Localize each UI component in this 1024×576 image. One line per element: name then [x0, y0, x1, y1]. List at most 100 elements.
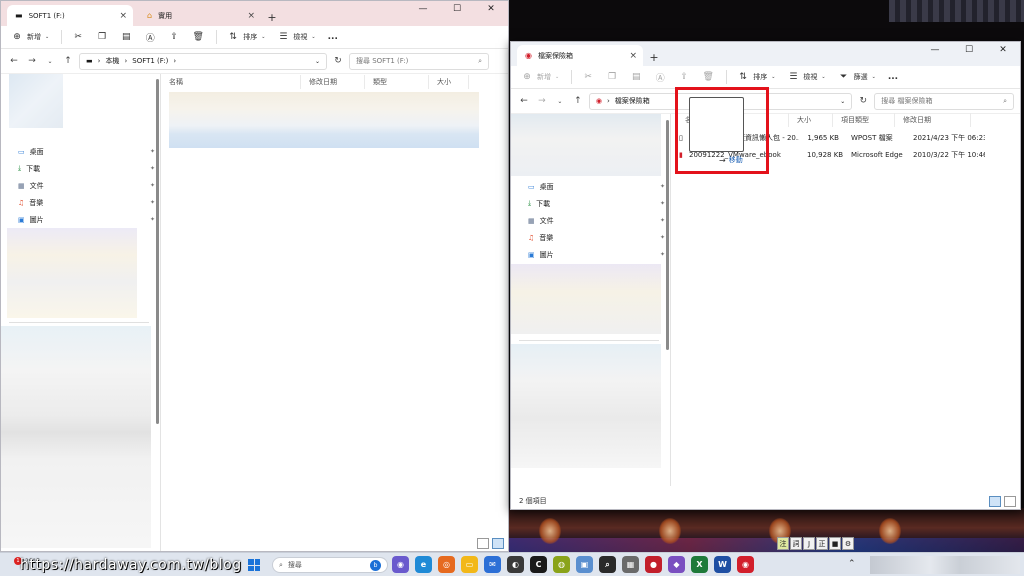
chevron-down-icon[interactable]: ⌄ — [553, 98, 567, 105]
quick-access-downloads[interactable]: ⤓ 下載 ✦ — [1, 160, 161, 177]
details-view-button[interactable] — [989, 496, 1001, 507]
maximize-icon[interactable]: ☐ — [440, 1, 474, 17]
app-search-icon[interactable]: ⌕ — [599, 556, 616, 573]
navigation-pane[interactable]: ▭ 桌面 ✦ ⤓ 下載 ✦ ▦ 文件 ✦ ♫ 音樂 ✦ ▣ 圖片 ✦ — [1, 74, 161, 551]
chevron-down-icon[interactable]: ⌄ — [43, 58, 57, 65]
forward-icon[interactable]: → — [25, 56, 39, 66]
drag-preview-file[interactable] — [689, 97, 744, 152]
more-button[interactable]: ... — [328, 32, 338, 42]
filter-button[interactable]: ⏷ 篩選 ⌄ — [838, 71, 876, 83]
column-size[interactable]: 大小 — [429, 75, 469, 89]
tiles-view-button[interactable] — [492, 538, 504, 549]
excel-icon[interactable]: X — [691, 556, 708, 573]
system-tray[interactable] — [870, 556, 1020, 574]
up-icon[interactable]: ↑ — [571, 96, 585, 106]
app-red-icon[interactable]: ● — [645, 556, 662, 573]
delete-button[interactable]: 🗑 — [702, 71, 714, 83]
file-explorer-window-vault[interactable]: ◉ 檔案保險箱 × + — ☐ ✕ ⊕ 新增 ⌄ ✂ ❐ ▤ Ⓐ ⇪ 🗑 ⇅ 排… — [510, 41, 1021, 510]
word-icon[interactable]: W — [714, 556, 731, 573]
close-tab-icon[interactable]: × — [629, 51, 637, 61]
copy-button[interactable]: ❐ — [96, 31, 108, 43]
column-type[interactable]: 項目類型 — [833, 113, 895, 127]
new-tab-button[interactable]: + — [263, 8, 281, 26]
search-box[interactable]: 搜尋 SOFT1 (F:) ⌕ — [349, 52, 489, 70]
title-bar[interactable]: ◉ 檔案保險箱 × + — ☐ ✕ — [511, 42, 1020, 66]
nav-scrollbar[interactable] — [156, 79, 159, 424]
navigation-pane[interactable]: ▭ 桌面 ✦ ⤓ 下載 ✦ ▦ 文件 ✦ ♫ 音樂 ✦ ▣ 圖片 ✦ — [511, 114, 671, 486]
ime-phrase-button[interactable]: 詞 — [790, 537, 802, 550]
up-icon[interactable]: ↑ — [61, 56, 75, 66]
ime-settings-icon[interactable]: ⚙ — [842, 537, 854, 550]
column-name[interactable]: 名稱 — [161, 75, 301, 89]
copy-button[interactable]: ❐ — [606, 71, 618, 83]
close-tab-icon[interactable]: × — [247, 11, 255, 21]
photos-icon[interactable]: ▣ — [576, 556, 593, 573]
taskbar-search[interactable]: ⌕ 搜尋 b — [272, 557, 388, 573]
forward-icon[interactable]: → — [535, 96, 549, 106]
tray-overflow-icon[interactable]: ⌃ — [848, 559, 856, 569]
file-explorer-icon[interactable]: ▭ — [461, 556, 478, 573]
chrome-icon[interactable]: ◐ — [507, 556, 524, 573]
quick-access-music[interactable]: ♫ 音樂 ✦ — [1, 194, 161, 211]
breadcrumb-root[interactable]: 本機 — [105, 56, 119, 66]
column-size[interactable]: 大小 — [789, 113, 833, 127]
share-button[interactable]: ⇪ — [678, 71, 690, 83]
rename-button[interactable]: Ⓐ — [144, 31, 156, 44]
quick-access-music[interactable]: ♫ 音樂 ✦ — [511, 229, 671, 246]
minimize-icon[interactable]: — — [406, 1, 440, 17]
breadcrumb-current[interactable]: SOFT1 (F:) — [132, 57, 168, 65]
close-tab-icon[interactable]: × — [119, 11, 127, 21]
app-purple-icon[interactable]: ◆ — [668, 556, 685, 573]
paste-button[interactable]: ▤ — [630, 71, 642, 83]
tab-soft1[interactable]: ▬ SOFT1 (F:) × — [7, 5, 133, 26]
more-button[interactable]: ... — [888, 72, 898, 82]
chevron-down-icon[interactable]: ⌄ — [840, 98, 845, 105]
quick-access-pictures[interactable]: ▣ 圖片 ✦ — [1, 211, 161, 228]
chevron-down-icon[interactable]: ⌄ — [315, 58, 320, 65]
close-window-icon[interactable]: ✕ — [474, 1, 508, 17]
file-list[interactable]: 名稱 修改日期 類型 大小 — [161, 74, 508, 551]
column-modified[interactable]: 修改日期 — [301, 75, 365, 89]
cut-button[interactable]: ✂ — [582, 71, 594, 83]
back-icon[interactable]: ← — [517, 96, 531, 106]
delete-button[interactable]: 🗑 — [192, 31, 204, 43]
tab-file-vault[interactable]: ◉ 檔案保險箱 × — [517, 45, 643, 66]
share-button[interactable]: ⇪ — [168, 31, 180, 43]
paste-button[interactable]: ▤ — [120, 31, 132, 43]
back-icon[interactable]: ← — [7, 56, 21, 66]
new-tab-button[interactable]: + — [645, 48, 663, 66]
details-view-button[interactable] — [477, 538, 489, 549]
ime-traditional-button[interactable]: 正 — [816, 537, 828, 550]
cut-button[interactable]: ✂ — [72, 31, 84, 43]
rename-button[interactable]: Ⓐ — [654, 71, 666, 84]
vault-app-icon[interactable]: ◉ — [737, 556, 754, 573]
file-explorer-window-soft1[interactable]: ▬ SOFT1 (F:) × ⌂ 實用 × + — ☐ ✕ ⊕ 新增 ⌄ ✂ ❐… — [0, 0, 509, 552]
maximize-icon[interactable]: ☐ — [952, 42, 986, 58]
view-button[interactable]: ☰ 檢視 ⌄ — [787, 71, 825, 83]
refresh-icon[interactable]: ↻ — [331, 56, 345, 66]
ime-mode-button[interactable]: 注 — [777, 537, 789, 550]
nav-scrollbar[interactable] — [666, 120, 669, 350]
app-green-icon[interactable]: ◍ — [553, 556, 570, 573]
file-list[interactable]: 名稱 大小 項目類型 修改日期 ▯ 【實用資訊】健康資訊懶人包 - 20... … — [671, 87, 1020, 485]
column-type[interactable]: 類型 — [365, 75, 429, 89]
close-window-icon[interactable]: ✕ — [986, 42, 1020, 58]
new-button[interactable]: ⊕ 新增 ⌄ — [521, 71, 559, 83]
quick-access-documents[interactable]: ▦ 文件 ✦ — [1, 177, 161, 194]
address-bar[interactable]: ▬ › 本機 › SOFT1 (F:) › ⌄ — [79, 52, 327, 70]
app-c-icon[interactable]: C — [530, 556, 547, 573]
mail-icon[interactable]: ✉ — [484, 556, 501, 573]
breadcrumb-current[interactable]: 檔案保險箱 — [615, 96, 650, 106]
tiles-view-button[interactable] — [1004, 496, 1016, 507]
start-button[interactable] — [248, 559, 260, 571]
new-button[interactable]: ⊕ 新增 ⌄ — [11, 31, 49, 43]
quick-access-desktop[interactable]: ▭ 桌面 ✦ — [1, 143, 161, 160]
column-modified[interactable]: 修改日期 — [895, 113, 971, 127]
quick-access-desktop[interactable]: ▭ 桌面 ✦ — [511, 178, 671, 195]
sort-button[interactable]: ⇅ 排序 ⌄ — [737, 71, 775, 83]
search-box[interactable]: 搜尋 檔案保險箱 ⌕ — [874, 92, 1014, 110]
minimize-icon[interactable]: — — [918, 42, 952, 58]
app-gray-icon[interactable]: ▦ — [622, 556, 639, 573]
tab-practical[interactable]: ⌂ 實用 × — [139, 5, 261, 26]
ime-fullwidth-button[interactable]: ■ — [829, 537, 841, 550]
